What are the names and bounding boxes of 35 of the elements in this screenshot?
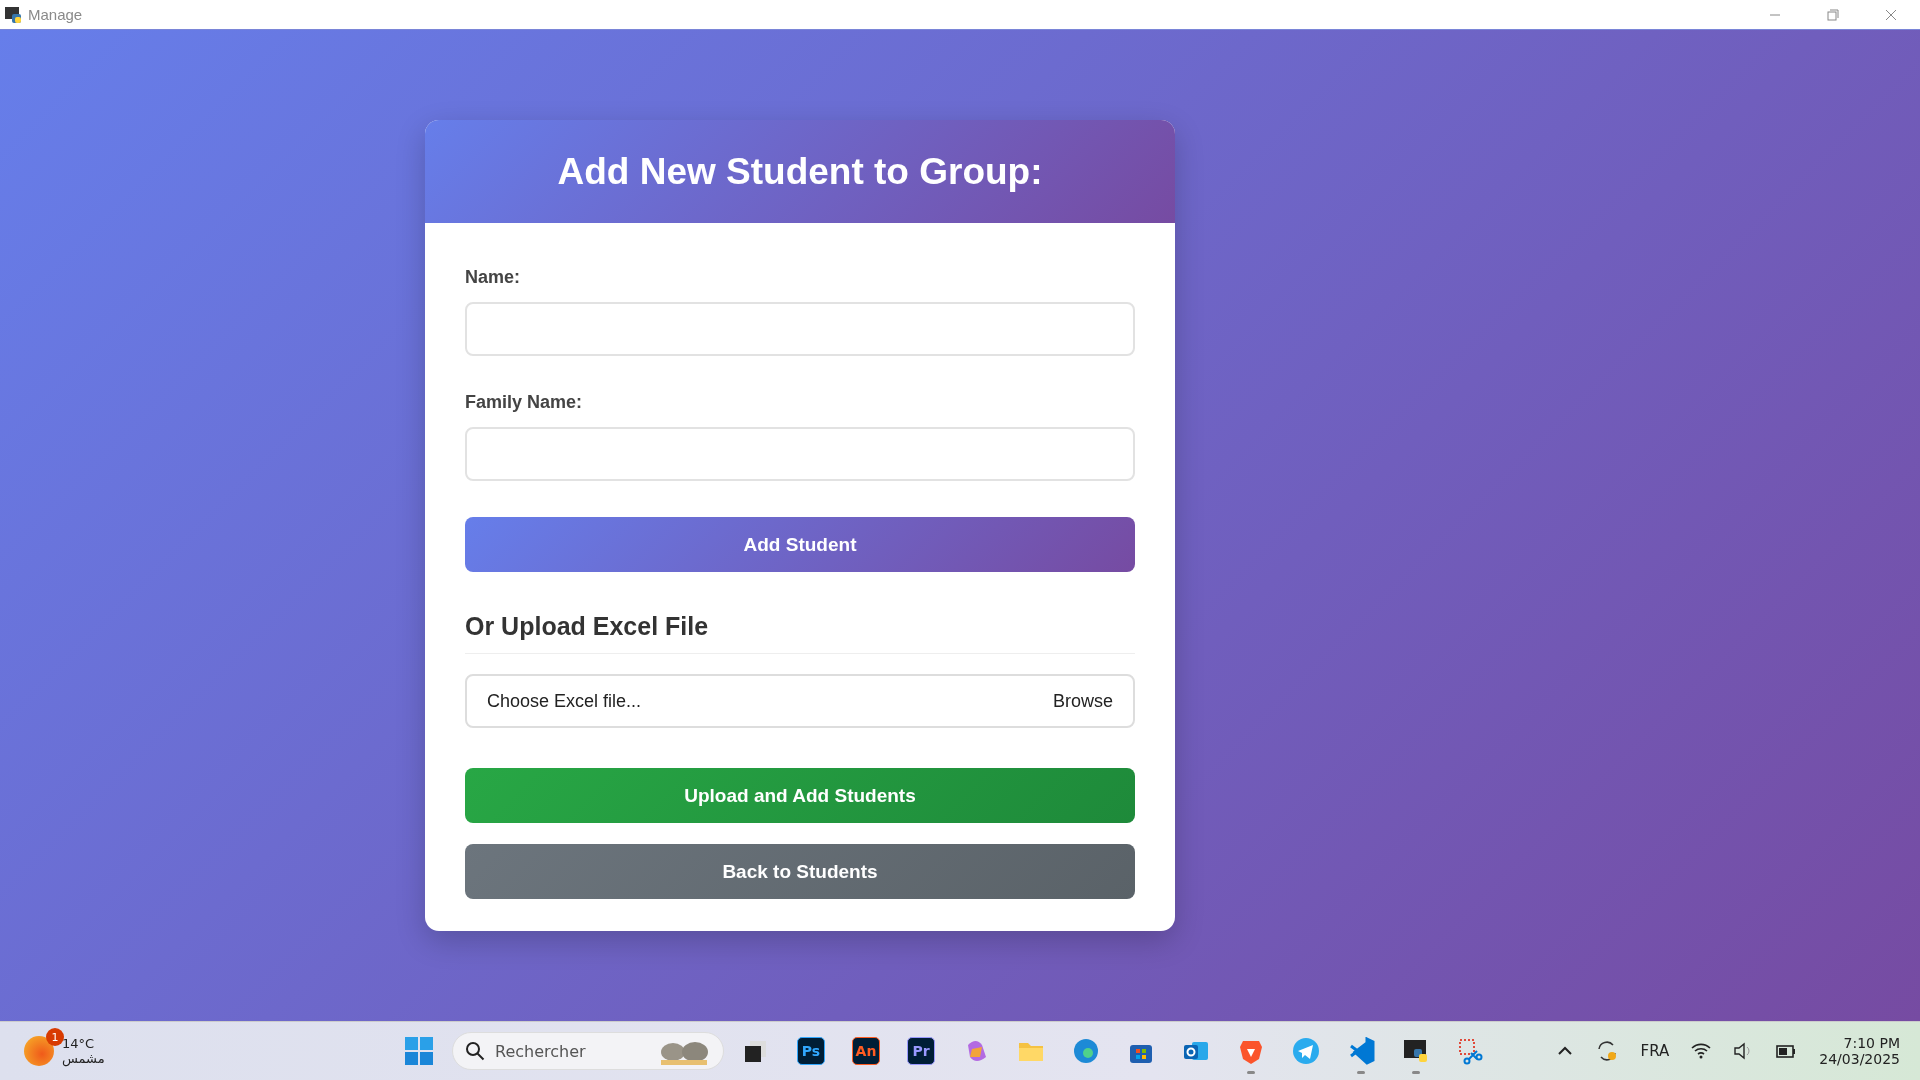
text-input[interactable] <box>465 302 1135 356</box>
upload-button[interactable]: Upload and Add Students <box>465 768 1135 823</box>
battery-icon[interactable] <box>1775 1043 1798 1059</box>
form-title: Add New Student to Group: <box>557 150 1043 193</box>
field-label: Family Name: <box>465 392 583 413</box>
file-placeholder: Choose Excel file... <box>487 690 642 712</box>
window-title: Manage <box>28 6 84 23</box>
notification-badge: 1 <box>46 1028 64 1046</box>
field-label: Name: <box>465 267 521 288</box>
taskbar-app-button[interactable]: Ps <box>793 1026 829 1076</box>
search-icon <box>465 1041 485 1061</box>
app-icon <box>4 5 22 24</box>
taskbar-app-button[interactable]: An <box>848 1026 884 1076</box>
file-input[interactable]: Choose Excel file... Browse <box>465 674 1135 728</box>
section-heading: Or Upload Excel File <box>465 612 709 641</box>
weather-condition: مشمس <box>62 1051 105 1066</box>
close-icon <box>1885 8 1897 21</box>
running-indicator <box>1247 1071 1255 1074</box>
running-indicator <box>1357 1071 1365 1074</box>
running-indicator <box>1412 1071 1420 1074</box>
browse-label[interactable]: Browse <box>1052 690 1113 712</box>
paper-plane-icon <box>1292 1037 1320 1065</box>
taskbar-app-button[interactable]: Pr <box>903 1026 939 1076</box>
language-indicator[interactable]: FRA <box>1640 1042 1670 1060</box>
start-button[interactable] <box>404 1036 434 1066</box>
back-button[interactable]: Back to Students <box>465 844 1135 899</box>
add-student-button[interactable]: Add Student <box>465 517 1135 572</box>
snipping-scissors-icon <box>1457 1037 1485 1065</box>
text-input[interactable] <box>465 427 1135 481</box>
clock[interactable]: 7:10 PM 24/03/2025 <box>1819 1035 1900 1067</box>
code-editor-icon <box>1347 1037 1375 1065</box>
temperature: 14°C <box>62 1036 96 1051</box>
search-field[interactable]: Rechercher <box>452 1032 724 1070</box>
wifi-icon[interactable] <box>1691 1042 1712 1060</box>
restore-icon <box>1827 8 1839 21</box>
